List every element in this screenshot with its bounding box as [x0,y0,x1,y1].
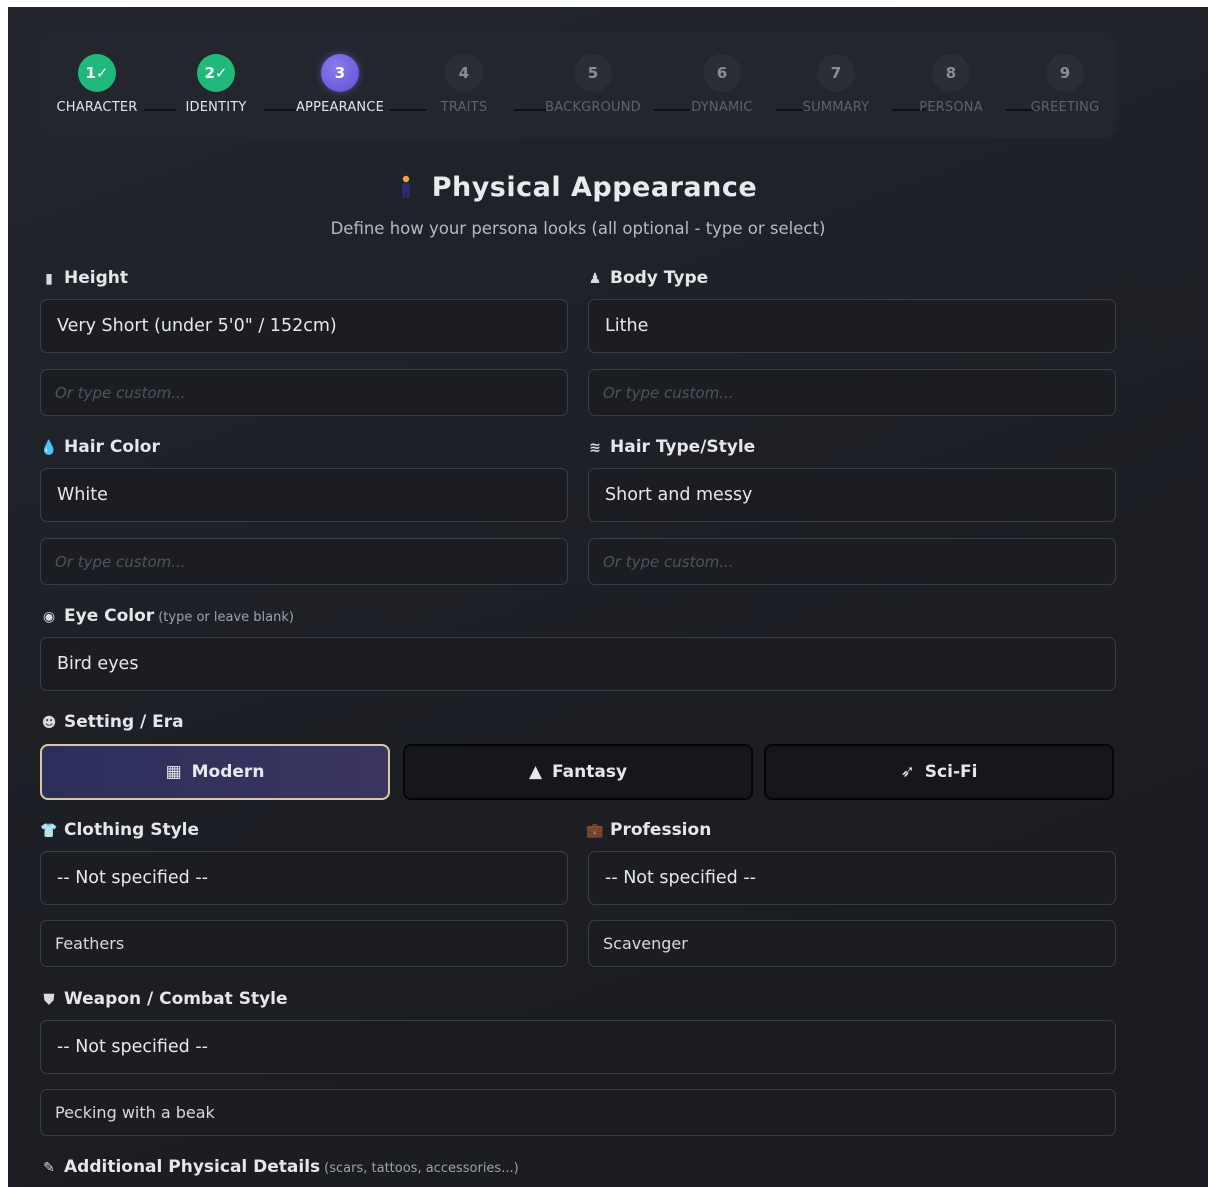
clothing-custom-input[interactable]: Feathers [40,920,568,967]
hair-color-label-text: Hair Color [64,437,160,457]
step-label: GREETING [1030,100,1100,115]
height-select[interactable]: Very Short (under 5'0" / 152cm) [40,299,568,353]
step-appearance[interactable]: 3 APPEARANCE [280,32,400,138]
droplet-icon: 💧 [40,440,58,456]
height-label: ▮ Height [40,268,128,288]
hair-color-select[interactable]: White [40,468,568,522]
clothing-style-label-text: Clothing Style [64,820,200,840]
setting-era-label-text: Setting / Era [64,712,184,732]
ruler-icon: ▮ [45,271,53,287]
body-type-custom-input[interactable]: Or type custom... [588,369,1116,416]
step-traits[interactable]: 4 TRAITS [404,32,524,138]
step-number: 8 [932,54,970,92]
step-background[interactable]: 5 BACKGROUND [533,32,653,138]
step-identity[interactable]: 2✓ IDENTITY [156,32,276,138]
step-label: SUMMARY [802,100,870,115]
clothing-style-select[interactable]: -- Not specified -- [40,851,568,905]
step-number: 1✓ [78,54,116,92]
body-type-label-text: Body Type [610,268,709,288]
wizard-stepper: 1✓ CHARACTER 2✓ IDENTITY 3 APPEARANCE 4 … [40,32,1116,138]
hair-style-label: ≋ Hair Type/Style [586,437,755,457]
wizard-hat-icon: ▲ [528,762,543,782]
weapon-custom-input[interactable]: Pecking with a beak [40,1089,1116,1136]
additional-details-label: ✎ Additional Physical Details (scars, tatt… [40,1157,519,1177]
weapon-select[interactable]: -- Not specified -- [40,1020,1116,1074]
profession-label: 💼 Profession [586,820,711,840]
city-icon: ▦ [165,762,182,782]
profession-custom-input[interactable]: Scavenger [588,920,1116,967]
step-persona[interactable]: 8 PERSONA [891,32,1011,138]
step-label: DYNAMIC [691,100,753,115]
step-number: 2✓ [197,54,235,92]
step-label: APPEARANCE [295,100,385,115]
setting-era-label: ☻ Setting / Era [40,712,184,732]
step-label: BACKGROUND [545,100,641,115]
step-number: 3 [321,54,359,92]
profession-select[interactable]: -- Not specified -- [588,851,1116,905]
weapon-label-text: Weapon / Combat Style [64,989,288,1009]
step-character[interactable]: 1✓ CHARACTER [37,32,157,138]
height-label-text: Height [64,268,128,288]
eye-color-input[interactable]: Bird eyes [40,637,1116,691]
step-label: PERSONA [919,100,983,115]
pencil-icon: ✎ [43,1160,55,1176]
additional-details-label-text: Additional Physical Details [64,1157,321,1177]
step-number: 6 [703,54,741,92]
body-type-label: ♟ Body Type [586,268,708,288]
hair-color-label: 💧 Hair Color [40,437,160,457]
step-summary[interactable]: 7 SUMMARY [776,32,896,138]
person-icon [399,174,422,202]
height-custom-input[interactable]: Or type custom... [40,369,568,416]
hair-style-custom-input[interactable]: Or type custom... [588,538,1116,585]
briefcase-icon: 💼 [586,823,604,839]
figure-icon: ♟ [588,271,602,287]
shield-icon: ⛊ [43,992,55,1008]
app-window: 1✓ CHARACTER 2✓ IDENTITY 3 APPEARANCE 4 … [8,7,1208,1187]
eye-color-label-text: Eye Color [64,606,155,626]
page-subtitle: Define how your persona looks (all optio… [330,219,826,238]
additional-details-hint: (scars, tattoos, accessories...) [324,1161,519,1176]
era-fantasy-button[interactable]: ▲ Fantasy [403,744,753,800]
profession-label-text: Profession [610,820,712,840]
era-scifi-button[interactable]: ➶ Sci-Fi [764,744,1114,800]
eye-color-label: ◉ Eye Color (type or leave blank) [40,606,294,626]
wind-icon: ≋ [589,440,601,456]
page-title: Physical Appearance [8,172,1148,203]
eye-color-hint: (type or leave blank) [158,610,294,625]
era-modern-label: Modern [191,762,265,782]
clothing-style-label: 👕 Clothing Style [40,820,199,840]
step-number: 9 [1046,54,1084,92]
hair-color-custom-input[interactable]: Or type custom... [40,538,568,585]
body-type-select[interactable]: Lithe [588,299,1116,353]
step-dynamic[interactable]: 6 DYNAMIC [662,32,782,138]
shirt-icon: 👕 [40,823,58,839]
step-greeting[interactable]: 9 GREETING [1005,32,1125,138]
eye-icon: ◉ [42,609,56,625]
hair-style-select[interactable]: Short and messy [588,468,1116,522]
step-label: IDENTITY [185,100,247,115]
step-number: 4 [445,54,483,92]
hair-style-label-text: Hair Type/Style [610,437,756,457]
era-modern-button[interactable]: ▦ Modern [40,744,390,800]
step-label: CHARACTER [56,100,138,115]
page-title-text: Physical Appearance [431,172,758,203]
weapon-label: ⛊ Weapon / Combat Style [40,989,288,1009]
era-scifi-label: Sci-Fi [924,762,978,782]
step-label: TRAITS [440,100,488,115]
step-number: 7 [817,54,855,92]
step-number: 5 [574,54,612,92]
masks-icon: ☻ [41,715,57,731]
rocket-icon: ➶ [900,762,915,782]
era-fantasy-label: Fantasy [552,762,628,782]
